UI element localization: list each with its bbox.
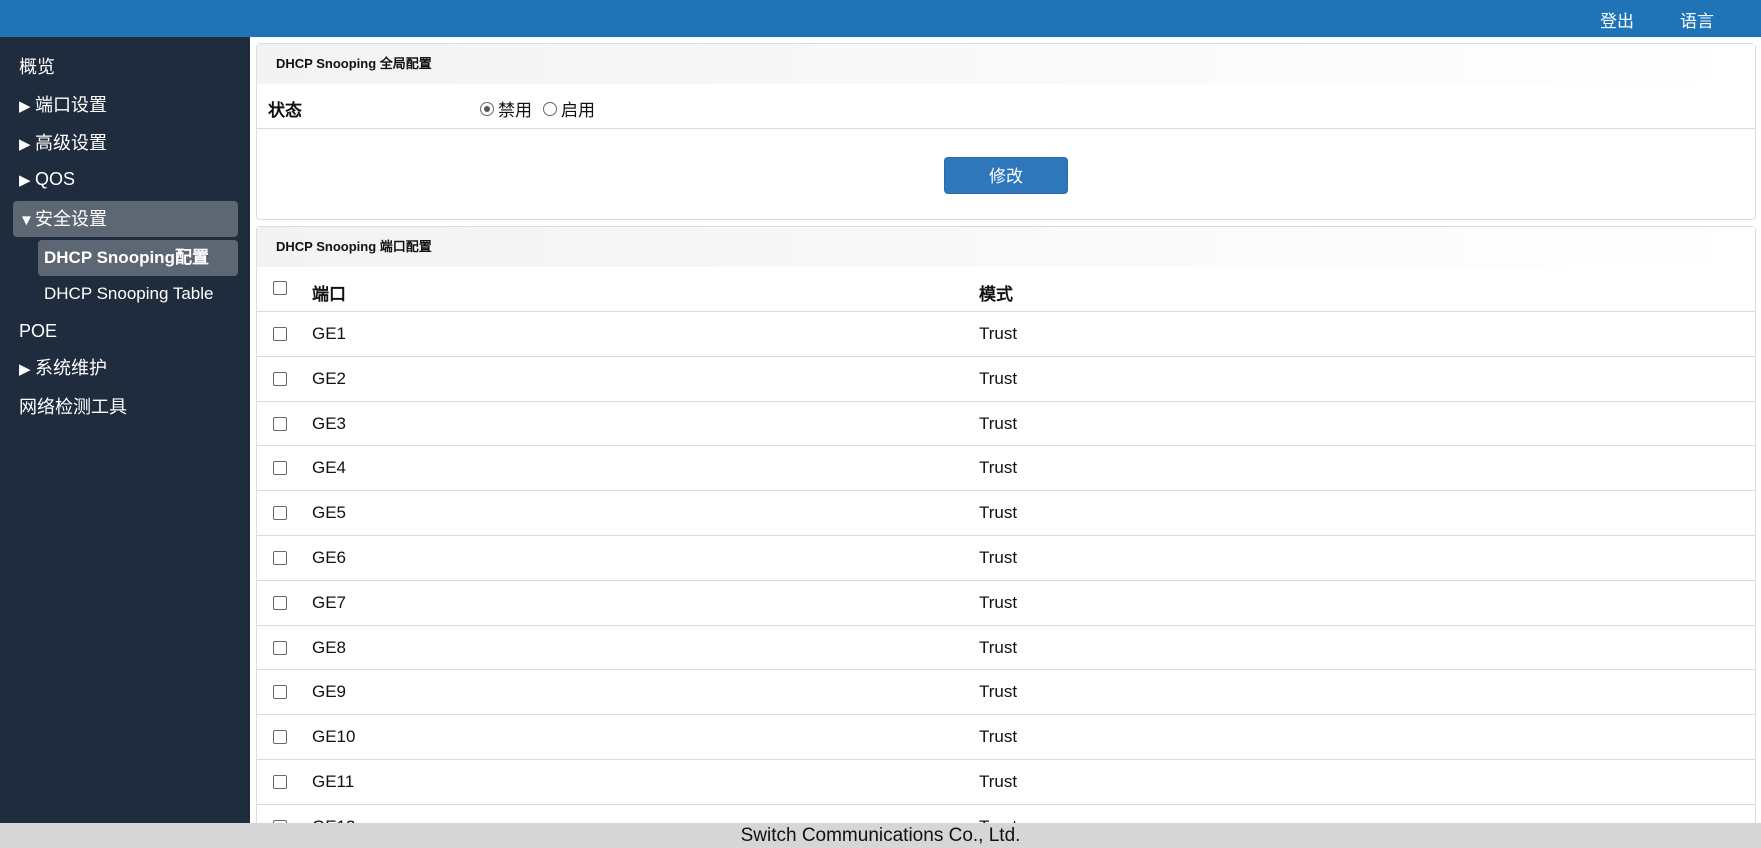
row-checkbox[interactable] [273, 595, 287, 610]
port-cell: GE1 [312, 324, 347, 343]
sidebar-item-label: 安全设置 [35, 209, 107, 229]
port-cell: GE4 [312, 458, 347, 478]
port-cell: GE9 [312, 682, 347, 702]
sidebar-subitem-label: DHCP Snooping Table [44, 284, 214, 303]
sidebar-item-security-settings[interactable]: ▼安全设置 [13, 201, 238, 237]
column-header-port: 端口 [312, 285, 346, 304]
logout-link[interactable]: 登出 [1600, 7, 1634, 32]
mode-cell: Trust [979, 771, 1018, 791]
mode-cell: Trust [979, 458, 1018, 478]
expand-arrow-icon: ▶ [19, 98, 31, 115]
row-checkbox[interactable] [273, 685, 287, 700]
port-cell: GE7 [312, 592, 347, 612]
modify-button[interactable]: 修改 [944, 157, 1068, 194]
table-row: GE11 Trust [257, 760, 1755, 805]
sidebar-item-system-maintenance[interactable]: ▶ 系统维护 [13, 350, 238, 386]
sidebar-item-advanced-settings[interactable]: ▶ 高级设置 [13, 125, 238, 161]
mode-cell: Trust [979, 637, 1018, 657]
table-row: GE2 Trust [257, 357, 1755, 402]
port-cell: GE5 [312, 503, 347, 523]
language-link[interactable]: 语言 [1680, 7, 1714, 32]
mode-cell: Trust [979, 727, 1018, 747]
row-checkbox[interactable] [273, 506, 287, 521]
table-row: GE5 Trust [257, 491, 1755, 536]
mode-cell: Trust [979, 503, 1018, 523]
mode-cell: Trust [979, 682, 1018, 702]
sidebar-item-label: 端口设置 [35, 95, 107, 115]
table-row: GE4 Trust [257, 446, 1755, 492]
port-cell: GE6 [312, 547, 347, 567]
row-checkbox[interactable] [273, 550, 287, 565]
expand-arrow-icon: ▶ [19, 361, 31, 378]
row-checkbox[interactable] [273, 327, 287, 341]
main-content: DHCP Snooping 全局配置 状态 禁用 启用 修改 DHCP Snoo… [250, 37, 1761, 823]
footer: Switch Communications Co., Ltd. [0, 823, 1761, 848]
port-cell: GE3 [312, 413, 347, 433]
mode-cell: Trust [979, 547, 1018, 567]
row-checkbox[interactable] [273, 730, 287, 745]
status-label: 状态 [268, 101, 302, 120]
column-header-mode: 模式 [979, 285, 1013, 304]
disable-radio[interactable] [480, 101, 494, 116]
sidebar-item-label: POE [19, 321, 58, 341]
row-checkbox[interactable] [273, 416, 287, 431]
enable-radio-label[interactable]: 启用 [561, 96, 595, 121]
table-header: 端口 模式 [257, 267, 1755, 312]
sidebar-item-poe[interactable]: POE [13, 313, 238, 349]
port-cell: GE2 [312, 368, 347, 388]
port-cell: GE8 [312, 637, 347, 657]
top-bar: 登出 语言 [0, 0, 1761, 37]
sidebar-item-label: 概览 [19, 57, 55, 77]
row-checkbox[interactable] [273, 461, 287, 476]
table-row: GE3 Trust [257, 402, 1755, 447]
sidebar-subitem-dhcp-snooping-table[interactable]: DHCP Snooping Table [38, 276, 238, 312]
table-row: GE12Trust [257, 805, 1755, 823]
table-row: GE1 Trust [257, 312, 1755, 357]
panel-title: DHCP Snooping 全局配置 [257, 44, 1755, 84]
port-config-panel: DHCP Snooping 端口配置 端口 模式 GE1 Trust GE2 Trus… [256, 226, 1756, 823]
sidebar-item-label: 系统维护 [35, 358, 107, 378]
sidebar-subitem-dhcp-snooping-config[interactable]: DHCP Snooping配置 [38, 240, 238, 276]
sidebar: 概览 ▶ 端口设置 ▶ 高级设置 ▶ QOS ▼安全设置 DHCP Snooping配… [0, 37, 250, 823]
disable-radio-label[interactable]: 禁用 [498, 96, 532, 121]
expand-arrow-icon: ▶ [19, 136, 31, 153]
sidebar-item-network-tools[interactable]: 网络检测工具 [13, 389, 238, 425]
sidebar-item-port-settings[interactable]: ▶ 端口设置 [13, 87, 238, 123]
expand-arrow-icon: ▶ [19, 172, 31, 189]
port-cell: GE11 [312, 771, 355, 791]
table-row: GE9 Trust [257, 670, 1755, 716]
select-all-checkbox[interactable] [273, 281, 287, 295]
row-checkbox[interactable] [273, 640, 287, 655]
table-row: GE7 Trust [257, 581, 1755, 626]
panel-title: DHCP Snooping 端口配置 [257, 227, 1755, 267]
sidebar-subitem-label: DHCP Snooping配置 [44, 248, 209, 267]
row-checkbox[interactable] [273, 371, 287, 386]
mode-cell: Trust [979, 324, 1018, 343]
status-radio-group: 禁用 启用 [480, 96, 606, 121]
status-row: 状态 禁用 启用 [257, 84, 1755, 129]
sidebar-item-label: 网络检测工具 [19, 397, 127, 417]
sidebar-item-label: 高级设置 [35, 133, 107, 153]
mode-cell: Trust [979, 413, 1018, 433]
mode-cell: Trust [979, 592, 1018, 612]
collapse-arrow-icon: ▼ [19, 212, 34, 229]
table-body: GE1 Trust GE2 Trust GE3 Trust GE4 Trust GE5 Trust… [257, 312, 1755, 823]
table-row: GE6 Trust [257, 536, 1755, 581]
port-cell: GE10 [312, 727, 356, 747]
enable-radio[interactable] [543, 101, 557, 116]
sidebar-item-overview[interactable]: 概览 [13, 49, 238, 85]
row-checkbox[interactable] [273, 774, 287, 789]
mode-cell: Trust [979, 368, 1018, 388]
table-row: GE10 Trust [257, 715, 1755, 760]
table-row: GE8 Trust [257, 626, 1755, 671]
sidebar-item-qos[interactable]: ▶ QOS [13, 161, 238, 197]
global-config-panel: DHCP Snooping 全局配置 状态 禁用 启用 修改 [256, 43, 1756, 220]
sidebar-item-label: QOS [35, 169, 76, 189]
